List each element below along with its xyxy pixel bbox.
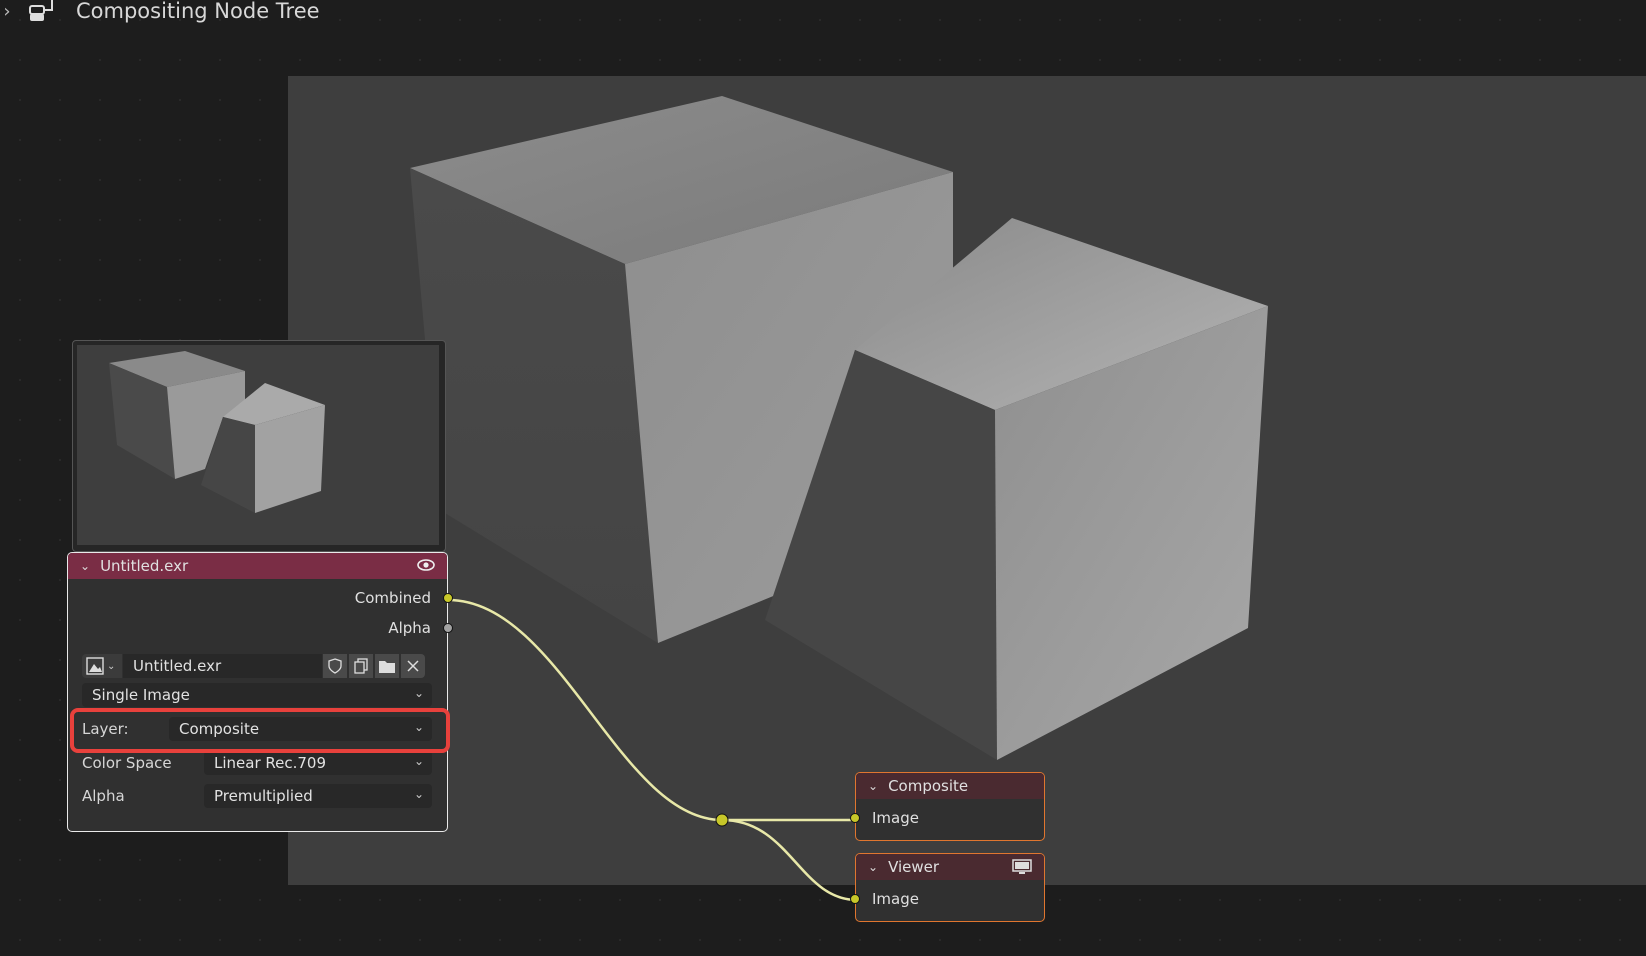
link-reroute-to-viewer: [721, 818, 858, 902]
image-field-row: ⌄ Untitled.exr: [82, 654, 432, 678]
color-space-label: Color Space: [82, 754, 172, 772]
composite-input-socket[interactable]: [850, 813, 860, 823]
viewer-input-socket[interactable]: [850, 894, 860, 904]
image-browse-button[interactable]: ⌄: [82, 654, 122, 678]
preview-thumbnail: [109, 351, 325, 513]
composite-node[interactable]: ⌄ Composite Image: [850, 772, 1045, 841]
output-alpha: Alpha: [68, 613, 453, 643]
layer-row-highlight: [70, 708, 450, 753]
chevron-down-icon[interactable]: ⌄: [80, 559, 90, 573]
image-node-header[interactable]: ⌄ Untitled.exr: [68, 553, 447, 579]
chevron-down-icon: ⌄: [413, 754, 424, 768]
color-space-value: Linear Rec.709: [214, 754, 327, 772]
color-space-dropdown[interactable]: Linear Rec.709 ⌄: [204, 751, 432, 775]
source-dropdown[interactable]: Single Image ⌄: [82, 683, 432, 707]
chevron-down-icon[interactable]: ⌄: [868, 779, 878, 793]
chevron-down-icon: ⌄: [413, 686, 424, 700]
output-combined-socket[interactable]: [443, 593, 453, 603]
output-alpha-label: Alpha: [388, 619, 431, 637]
alpha-label: Alpha: [82, 787, 125, 805]
chevron-down-icon[interactable]: ⌄: [868, 860, 878, 874]
image-browse-icon: [86, 657, 104, 675]
viewer-node[interactable]: ⌄ Viewer Image: [850, 853, 1045, 922]
eye-icon[interactable]: [417, 558, 435, 576]
fake-user-shield-icon[interactable]: [323, 654, 347, 678]
composite-input-label: Image: [872, 809, 919, 827]
chevron-down-icon: ⌄: [413, 787, 424, 801]
viewer-input-label: Image: [872, 890, 919, 908]
image-node[interactable]: ⌄ Untitled.exr Combined Alpha ⌄ Untitled…: [67, 552, 453, 832]
alpha-value: Premultiplied: [214, 787, 313, 805]
viewer-node-header[interactable]: ⌄ Viewer: [856, 854, 1044, 880]
composite-node-header[interactable]: ⌄ Composite: [856, 773, 1044, 799]
output-combined: Combined: [68, 583, 453, 613]
output-combined-label: Combined: [354, 589, 431, 607]
source-value: Single Image: [92, 686, 190, 704]
image-name-value: Untitled.exr: [133, 657, 222, 675]
composite-node-title: Composite: [888, 777, 969, 795]
viewer-input-image: Image: [850, 880, 1044, 918]
viewer-node-title: Viewer: [888, 858, 940, 876]
image-node-preview: [72, 340, 446, 552]
output-alpha-socket[interactable]: [443, 623, 453, 633]
monitor-icon[interactable]: [1012, 859, 1032, 879]
image-node-title: Untitled.exr: [100, 557, 189, 575]
duplicate-icon[interactable]: [349, 654, 373, 678]
alpha-dropdown[interactable]: Premultiplied ⌄: [204, 784, 432, 808]
open-folder-icon[interactable]: [375, 654, 399, 678]
image-name-field[interactable]: Untitled.exr: [123, 654, 322, 678]
reroute-node: [715, 813, 729, 827]
composite-input-image: Image: [850, 799, 1044, 837]
close-icon[interactable]: [401, 654, 425, 678]
